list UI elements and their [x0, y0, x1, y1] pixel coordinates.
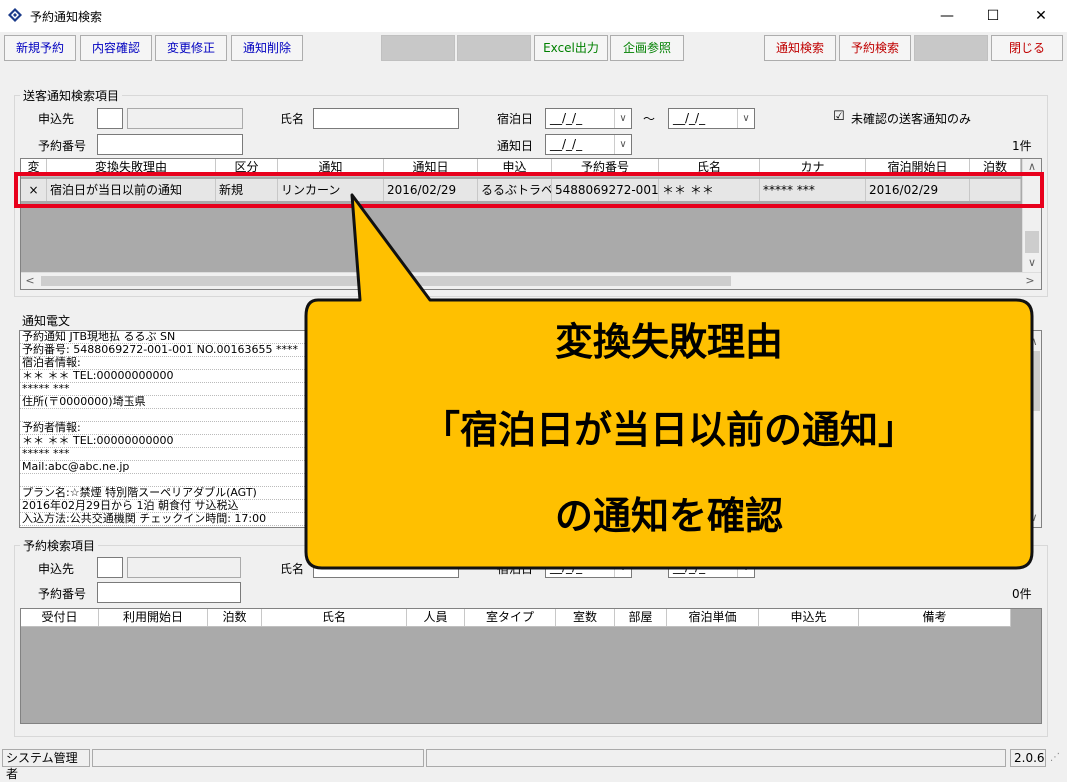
- callout-shape: [304, 193, 1034, 570]
- callout-line-3: の通知を確認: [554, 494, 783, 538]
- callout-line-1: 変換失敗理由: [554, 320, 783, 364]
- callout-line-2: 「宿泊日が当日以前の通知」: [421, 408, 916, 452]
